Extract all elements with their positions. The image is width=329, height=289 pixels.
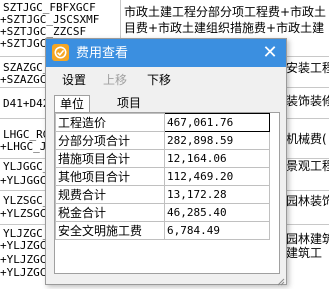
close-icon[interactable]: ✕ — [260, 42, 280, 62]
description-cell[interactable]: 机械费( — [286, 133, 327, 145]
cost-item-name: 措施项目合计 — [55, 149, 165, 168]
expression-cell[interactable]: +YLJZGC — [0, 254, 46, 266]
description-cell[interactable]: 景观工程 — [286, 160, 329, 172]
expression-cell[interactable]: +LHGC_J — [0, 141, 46, 153]
table-row[interactable]: 规费合计 13,172.28 — [55, 185, 270, 204]
cost-item-value[interactable]: 112,469.20 — [164, 167, 270, 186]
cost-item-value[interactable]: 12,164.06 — [164, 149, 270, 168]
expression-cell[interactable]: YLZSGC_ — [3, 195, 49, 207]
expression-cell[interactable]: +YLJZGC — [0, 240, 46, 252]
move-down-button[interactable]: 下移 — [147, 73, 171, 87]
table-row[interactable]: 工程造价 467,061.76 — [55, 113, 270, 132]
tab-unit[interactable]: 单位 — [54, 95, 91, 113]
expression-cell[interactable]: +SZAZGC — [0, 74, 46, 86]
cost-item-name: 其他项目合计 — [55, 167, 165, 186]
tab-project[interactable]: 项目 — [112, 95, 146, 111]
dialog-title: 费用查看 — [76, 45, 129, 60]
cost-item-name: 税金合计 — [55, 203, 165, 222]
cost-table: 工程造价 467,061.76 分部分项合计 282,898.59 措施项目合计… — [54, 112, 280, 274]
dialog-toolbar: 设置 上移 下移 — [46, 67, 286, 93]
tab-bar: 单位 项目 — [54, 95, 280, 113]
description-cell[interactable]: 装饰装修 — [286, 95, 329, 107]
cost-item-name: 工程造价 — [55, 113, 165, 132]
cost-item-value[interactable]: 467,061.76 — [164, 113, 270, 132]
expression-cell[interactable]: +YLZSGC — [0, 208, 46, 220]
cost-item-name: 规费合计 — [55, 185, 165, 204]
description-cell[interactable]: 目费+市政土建组织措施费+市政土建 — [124, 22, 324, 34]
description-cell[interactable]: 园林建筑 — [286, 233, 329, 245]
description-cell[interactable]: 市政土建工程分部分项工程费+市政土 — [124, 6, 326, 18]
cost-item-name: 分部分项合计 — [55, 131, 165, 150]
description-cell[interactable]: 安装工程 — [286, 62, 329, 74]
expression-cell[interactable]: +YLJGGC — [0, 175, 46, 187]
cost-item-value[interactable]: 13,172.28 — [164, 185, 270, 204]
expression-cell[interactable]: YLJGGC_ — [3, 161, 49, 173]
table-row[interactable]: 其他项目合计 112,469.20 — [55, 167, 270, 186]
expression-cell[interactable]: +YLJZGC — [0, 267, 46, 279]
app-logo-icon — [52, 44, 69, 61]
table-row[interactable]: 税金合计 46,285.40 — [55, 203, 270, 222]
move-up-button[interactable]: 上移 — [103, 73, 127, 87]
cost-view-dialog: 费用查看 ✕ 设置 上移 下移 单位 项目 工程造价 467,061.76 分部… — [45, 38, 287, 286]
settings-button[interactable]: 设置 — [62, 73, 86, 87]
cost-item-name: 安全文明施工费 — [55, 221, 165, 240]
table-row[interactable]: 措施项目合计 12,164.06 — [55, 149, 270, 168]
cost-item-value[interactable]: 46,285.40 — [164, 203, 270, 222]
description-cell[interactable]: 建筑工 — [286, 247, 322, 259]
description-cell[interactable]: 园林装饰 — [286, 195, 329, 207]
dialog-titlebar[interactable]: 费用查看 ✕ — [46, 39, 286, 67]
cost-item-value[interactable]: 6,784.49 — [164, 221, 270, 240]
cost-item-value[interactable]: 282,898.59 — [164, 131, 270, 150]
expression-cell[interactable]: D41+D42 — [3, 98, 49, 110]
resize-grip-icon[interactable] — [277, 275, 285, 286]
table-row[interactable]: 分部分项合计 282,898.59 — [55, 131, 270, 150]
table-row[interactable]: 安全文明施工费 6,784.49 — [55, 221, 270, 240]
